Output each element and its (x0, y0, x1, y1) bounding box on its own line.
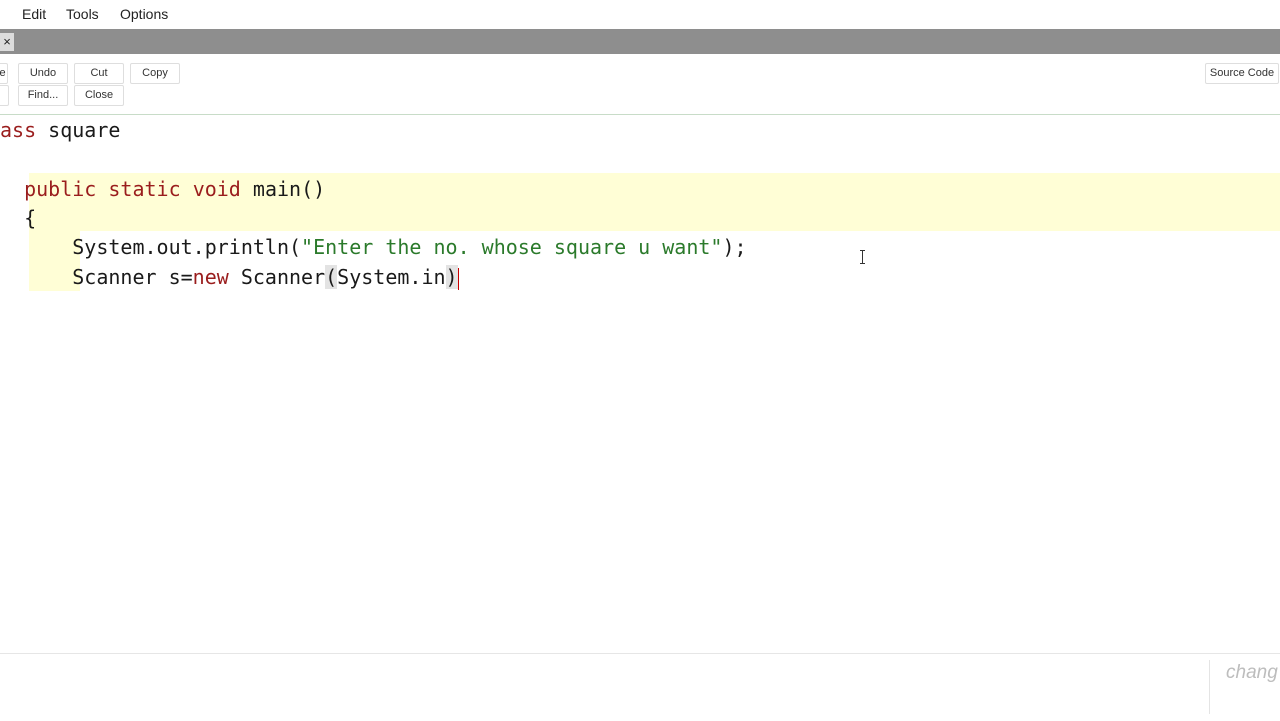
compile-button[interactable]: e (0, 63, 8, 84)
code-text: Scanner (228, 265, 326, 289)
menu-bar: Edit Tools Options (0, 0, 1280, 28)
code-keyword: new (192, 265, 229, 289)
code-line-3: public static void main() (0, 174, 325, 204)
text-caret (457, 267, 459, 290)
find-button[interactable]: Find... (18, 85, 68, 106)
code-keyword: ass (0, 118, 37, 142)
menu-tools[interactable]: Tools (66, 6, 99, 22)
code-text: System.in (337, 265, 446, 289)
code-text: Scanner s= (0, 265, 193, 289)
code-editor[interactable]: ass square public static void main() { S… (0, 115, 1280, 653)
tab-strip: × (0, 29, 1280, 54)
code-line-1: ass square (0, 115, 120, 145)
ibeam-cursor-icon (859, 250, 867, 264)
code-line-6: Scanner s=new Scanner(System.in) (0, 262, 459, 292)
partial-button[interactable] (0, 85, 9, 106)
menu-edit[interactable]: Edit (22, 6, 46, 22)
undo-button[interactable]: Undo (18, 63, 68, 84)
matched-bracket: ( (325, 265, 338, 289)
menu-options[interactable]: Options (120, 6, 168, 22)
editor-toolbar: e Undo Cut Copy Find... Close Source Cod… (0, 54, 1280, 115)
code-text: square (36, 118, 121, 142)
code-text: System.out.println( (0, 235, 302, 259)
cut-button[interactable]: Cut (74, 63, 124, 84)
status-bar: chang (0, 653, 1280, 721)
matched-bracket: ) (445, 265, 458, 289)
code-string: "Enter the no. whose square u want" (301, 235, 723, 259)
close-tab-icon[interactable]: × (0, 33, 14, 51)
code-text: ); (722, 235, 747, 259)
status-divider (1209, 660, 1210, 714)
code-text: main() (240, 177, 326, 201)
source-code-view-selector[interactable]: Source Code (1205, 63, 1279, 84)
code-line-5: System.out.println("Enter the no. whose … (0, 232, 747, 262)
code-keyword: static (108, 177, 181, 201)
copy-button[interactable]: Copy (130, 63, 180, 84)
status-text: chang (1226, 662, 1278, 683)
code-line-4: { (0, 206, 37, 230)
code-keyword: public (24, 177, 97, 201)
code-keyword: void (192, 177, 241, 201)
close-button[interactable]: Close (74, 85, 124, 106)
